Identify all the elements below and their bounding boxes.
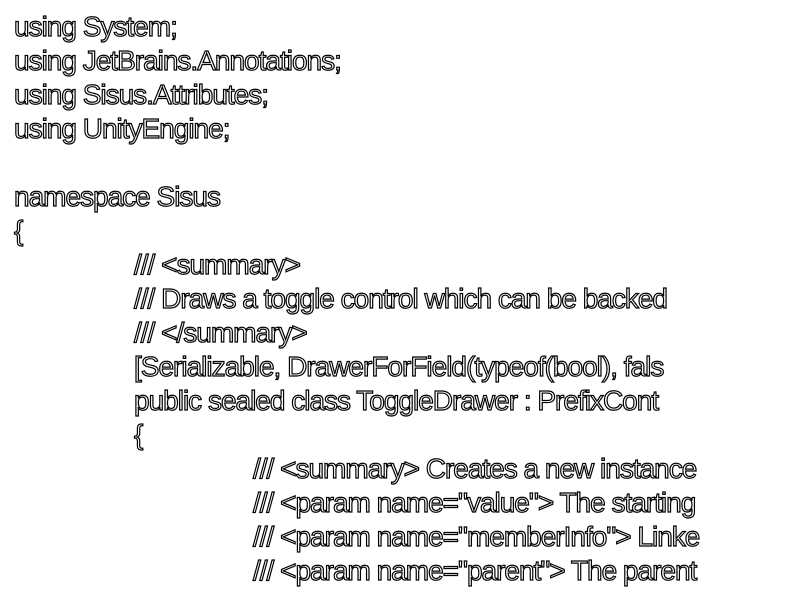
code-line-summary-close: /// </summary>	[133, 316, 308, 348]
code-line-param-memberinfo: /// <param name="memberInfo"> Linke	[252, 520, 701, 552]
code-line-constructor-summary: /// <summary> Creates a new instance	[252, 452, 698, 484]
code-line-using-system: using System;	[13, 10, 178, 42]
code-line-using-unityengine: using UnityEngine;	[13, 112, 231, 144]
code-line-class-open-brace: {	[133, 418, 144, 450]
code-line-param-value: /// <param name="value"> The starting	[252, 486, 696, 518]
code-line-using-jetbrains: using JetBrains.Annotations;	[13, 44, 342, 76]
code-line-param-parent: /// <param name="parent"> The parent	[252, 554, 698, 586]
code-line-summary-open: /// <summary>	[133, 248, 301, 280]
code-editor[interactable]: using System; using JetBrains.Annotation…	[0, 0, 800, 600]
code-line-class-declaration: public sealed class ToggleDrawer : Prefi…	[133, 384, 659, 416]
code-line-using-sisus-attributes: using Sisus.Attributes;	[13, 78, 269, 110]
code-line-namespace-open-brace: {	[13, 214, 24, 246]
code-line-namespace: namespace Sisus	[13, 180, 221, 212]
code-line-attributes: [Serializable, DrawerForField(typeof(boo…	[133, 350, 665, 382]
code-line-summary-text: /// Draws a toggle control which can be …	[133, 282, 668, 314]
